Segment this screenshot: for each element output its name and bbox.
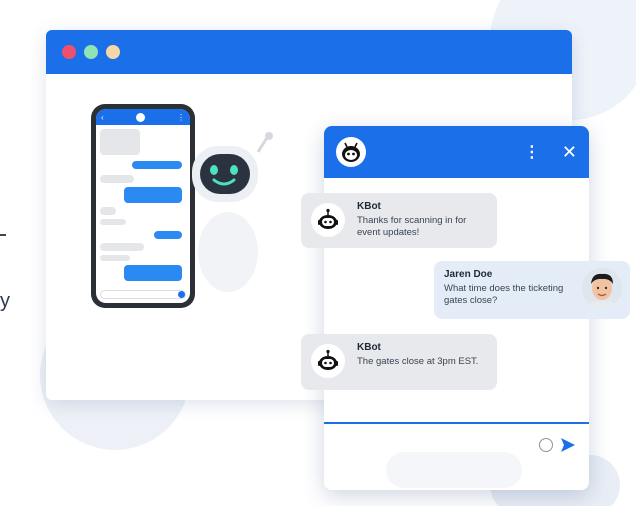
window-maximize-dot[interactable] bbox=[106, 45, 120, 59]
phone-bubble bbox=[100, 219, 126, 225]
phone-bubble bbox=[100, 255, 130, 261]
chat-header: ⋮ ✕ bbox=[324, 126, 589, 178]
more-vertical-icon[interactable]: ⋮ bbox=[524, 142, 540, 162]
close-icon[interactable]: ✕ bbox=[562, 142, 577, 163]
phone-header: ‹ ⋮ bbox=[96, 109, 190, 125]
hero-illustration: y ‹ ⋮ ⋮ ✕ KBot Thanks for scanning in fo… bbox=[0, 0, 636, 506]
phone-screen: ‹ ⋮ bbox=[96, 109, 190, 303]
send-icon[interactable] bbox=[559, 436, 577, 454]
chat-footer bbox=[324, 422, 589, 490]
bot-avatar-icon bbox=[311, 344, 345, 378]
bot-avatar-icon bbox=[311, 203, 345, 237]
message-text: What time does the ticketing gates close… bbox=[444, 283, 564, 306]
phone-avatar bbox=[135, 112, 145, 122]
user-avatar bbox=[582, 268, 622, 308]
phone-bubble bbox=[132, 161, 182, 169]
user-message: Jaren Doe What time does the ticketing g… bbox=[434, 261, 630, 319]
phone-input bbox=[100, 290, 186, 299]
robot-mascot-icon bbox=[192, 132, 273, 292]
phone-more-icon: ⋮ bbox=[176, 112, 185, 122]
edge-text: y bbox=[0, 290, 10, 312]
window-close-dot[interactable] bbox=[62, 45, 76, 59]
window-minimize-dot[interactable] bbox=[84, 45, 98, 59]
phone-bubble bbox=[100, 243, 144, 251]
sender-name: KBot bbox=[357, 342, 381, 353]
bot-logo-icon bbox=[336, 137, 366, 167]
message-text: The gates close at 3pm EST. bbox=[357, 356, 479, 367]
phone-mockup: ‹ ⋮ bbox=[91, 104, 195, 308]
phone-bubble bbox=[124, 265, 182, 281]
back-icon: ‹ bbox=[101, 112, 104, 122]
sender-name: Jaren Doe bbox=[444, 269, 493, 280]
phone-bubble bbox=[100, 175, 134, 183]
phone-send-icon bbox=[178, 291, 185, 298]
bot-message: KBot The gates close at 3pm EST. bbox=[301, 334, 497, 390]
bot-message: KBot Thanks for scanning in for event up… bbox=[301, 193, 497, 248]
browser-title-bar bbox=[46, 30, 572, 74]
edge-fragment bbox=[0, 234, 6, 236]
sender-name: KBot bbox=[357, 201, 381, 212]
message-text: Thanks for scanning in for event updates… bbox=[357, 215, 467, 238]
phone-bubble bbox=[154, 231, 182, 239]
emoji-icon[interactable] bbox=[539, 438, 553, 452]
phone-bubble bbox=[100, 129, 140, 155]
message-input[interactable] bbox=[386, 452, 522, 488]
phone-bubble bbox=[124, 187, 182, 203]
phone-bubble bbox=[100, 207, 116, 215]
